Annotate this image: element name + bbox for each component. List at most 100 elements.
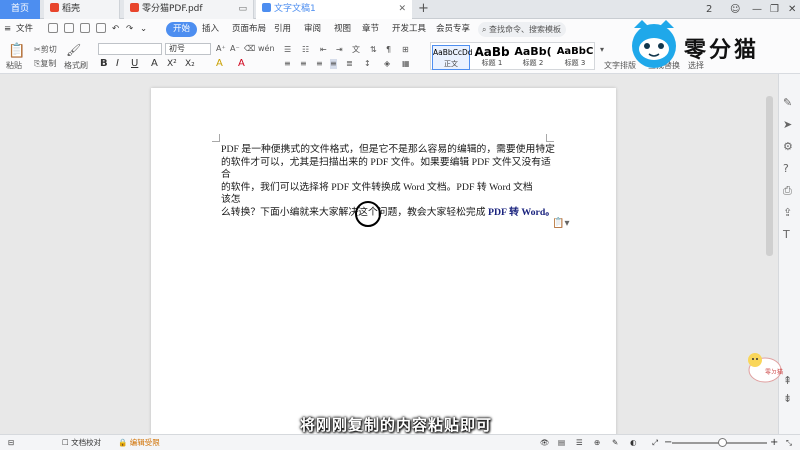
style-heading-2[interactable]: AaBb( 标题 2 (513, 45, 553, 68)
menu-member[interactable]: 会员专享 (436, 22, 470, 37)
align-left-icon[interactable]: ≡ (284, 59, 291, 69)
italic-button[interactable]: I (116, 58, 119, 70)
paste-options-icon[interactable]: 📋▾ (552, 218, 569, 229)
write-mode-icon[interactable]: ✎ (612, 435, 618, 450)
zoom-in-button[interactable]: + (770, 435, 778, 450)
pointer-icon[interactable]: ➤ (783, 118, 792, 131)
bullets-icon[interactable]: ☰ (284, 45, 291, 55)
sort-icon[interactable]: ⇅ (370, 45, 377, 55)
clear-format-icon[interactable]: ⌫ (244, 44, 255, 54)
scroll-down-icon[interactable]: ⇟ (783, 392, 792, 405)
web-view-icon[interactable]: ⊕ (594, 435, 600, 450)
translate-icon[interactable]: T (783, 228, 790, 241)
zoom-slider-handle[interactable] (718, 438, 727, 447)
show-marks-icon[interactable]: ¶ (386, 45, 391, 55)
borders-icon[interactable]: ▦ (402, 59, 410, 69)
export-doc-icon[interactable]: ⎙ (783, 184, 792, 197)
align-center-icon[interactable]: ≡ (300, 59, 307, 69)
menu-references[interactable]: 引用 (274, 22, 291, 37)
format-painter-icon[interactable]: 🖌 (66, 44, 81, 56)
print-preview-icon[interactable] (96, 23, 106, 33)
tab-document[interactable]: 文字文稿1 ✕ (256, 0, 412, 19)
format-painter-button[interactable]: 格式刷 (64, 61, 88, 71)
undo-icon[interactable]: ↶ (112, 22, 119, 37)
font-color-button[interactable]: A (238, 58, 245, 70)
new-tab-button[interactable]: + (418, 0, 429, 18)
reading-mode-icon[interactable]: 👁 (540, 435, 550, 450)
menu-view[interactable]: 视图 (334, 22, 351, 37)
distribute-icon[interactable]: ≣ (346, 59, 353, 69)
style-normal[interactable]: AaBbCcDd 正文 (432, 45, 473, 70)
copy-button[interactable]: ⎘复制 (34, 59, 56, 69)
eye-protect-icon[interactable]: ◐ (630, 435, 637, 450)
bold-button[interactable]: B (100, 58, 108, 70)
adjust-icon[interactable]: ⚙ (783, 140, 793, 153)
fullscreen-icon[interactable]: ⤡ (786, 435, 792, 450)
avatar[interactable]: ☺ (730, 0, 740, 19)
font-size-select[interactable]: 初号 (165, 43, 211, 55)
export-icon[interactable] (64, 23, 74, 33)
strikethrough-button[interactable]: A (151, 58, 158, 70)
fit-width-icon[interactable]: ⤢ (652, 435, 658, 450)
menu-insert[interactable]: 插入 (202, 22, 219, 37)
scroll-up-icon[interactable]: ⇞ (783, 374, 792, 387)
tab-home[interactable]: 首页 (0, 0, 40, 19)
print-icon[interactable] (80, 23, 90, 33)
line-spacing-icon[interactable]: ↕ (364, 59, 371, 69)
tab-close-icon[interactable]: ✕ (398, 0, 406, 19)
margin-corner-top-right (546, 134, 554, 142)
subscript-button[interactable]: X₂ (185, 58, 195, 70)
paste-button[interactable]: 粘贴 (6, 61, 22, 71)
menu-start[interactable]: 开始 (166, 22, 198, 37)
notification-badge[interactable]: 2 (706, 0, 712, 19)
superscript-button[interactable]: X² (167, 58, 177, 70)
save-icon[interactable] (48, 23, 58, 33)
indent-icon[interactable]: ⇥ (336, 45, 343, 55)
pinyin-icon[interactable]: wén (258, 44, 275, 54)
command-search-input[interactable]: ⌕ 查找命令、搜索模板 (478, 22, 566, 37)
shading-icon[interactable]: ◈ (384, 59, 390, 69)
style-heading-1[interactable]: AaBb 标题 1 (473, 45, 511, 68)
vertical-scrollbar[interactable] (766, 96, 773, 256)
menu-developer[interactable]: 开发工具 (392, 22, 426, 37)
menu-chapter[interactable]: 章节 (362, 22, 379, 37)
underline-button[interactable]: U (131, 58, 138, 70)
tab-pdf-display-icon[interactable]: ▭ (238, 0, 247, 19)
grow-font-icon[interactable]: A⁺ (216, 44, 226, 54)
numbering-icon[interactable]: ☷ (302, 45, 309, 55)
paragraph-dialog-icon[interactable]: ⊞ (402, 45, 409, 55)
chinese-layout-icon[interactable]: 文 (352, 45, 360, 55)
shrink-font-icon[interactable]: A⁻ (230, 44, 240, 54)
minimize-button[interactable]: — (752, 0, 762, 19)
paste-icon[interactable]: 📋 (8, 44, 25, 58)
proofread-button[interactable]: ☐ 文档校对 (62, 435, 101, 450)
tab-daoke[interactable]: 稻壳 (44, 0, 120, 19)
close-window-button[interactable]: ✕ (788, 0, 796, 19)
menu-file[interactable]: 文件 (16, 22, 33, 37)
font-name-select[interactable] (98, 43, 162, 55)
outdent-icon[interactable]: ⇤ (320, 45, 327, 55)
style-heading-3[interactable]: AaBbC 标题 3 (555, 45, 595, 68)
tab-pdf[interactable]: 零分猫PDF.pdf ▭ (124, 0, 254, 19)
page-view-icon[interactable]: ▤ (558, 435, 565, 450)
align-right-icon[interactable]: ≡ (316, 59, 323, 69)
hamburger-menu-icon[interactable]: ≡ (4, 22, 11, 37)
style-gallery-more-icon[interactable]: ▾ (600, 45, 604, 55)
restore-button[interactable]: ❐ (770, 0, 779, 19)
menu-page-layout[interactable]: 页面布局 (232, 22, 266, 37)
share-icon[interactable]: ⇪ (783, 206, 792, 219)
redo-icon[interactable]: ↷ (126, 22, 133, 37)
help-icon[interactable]: ? (783, 162, 789, 175)
cut-button[interactable]: ✂剪切 (34, 45, 57, 55)
highlight-button[interactable]: A (216, 58, 223, 70)
menu-review[interactable]: 审阅 (304, 22, 321, 37)
more-icon[interactable]: ⌄ (140, 22, 147, 37)
outline-view-icon[interactable]: ☰ (576, 435, 583, 450)
style-preview: AaBbCcDd (433, 48, 473, 57)
justify-icon[interactable]: ≡ (330, 59, 337, 69)
pen-icon[interactable]: ✎ (783, 96, 792, 109)
margin-corner-top-left (212, 134, 220, 142)
status-menu-icon[interactable]: ⊟ (8, 435, 14, 450)
edit-limit-button[interactable]: 🔒 编辑受限 (118, 435, 160, 450)
document-body[interactable]: PDF 是一种便携式的文件格式，但是它不是那么容易的编辑的，需要使用特定 的软件… (221, 144, 555, 219)
